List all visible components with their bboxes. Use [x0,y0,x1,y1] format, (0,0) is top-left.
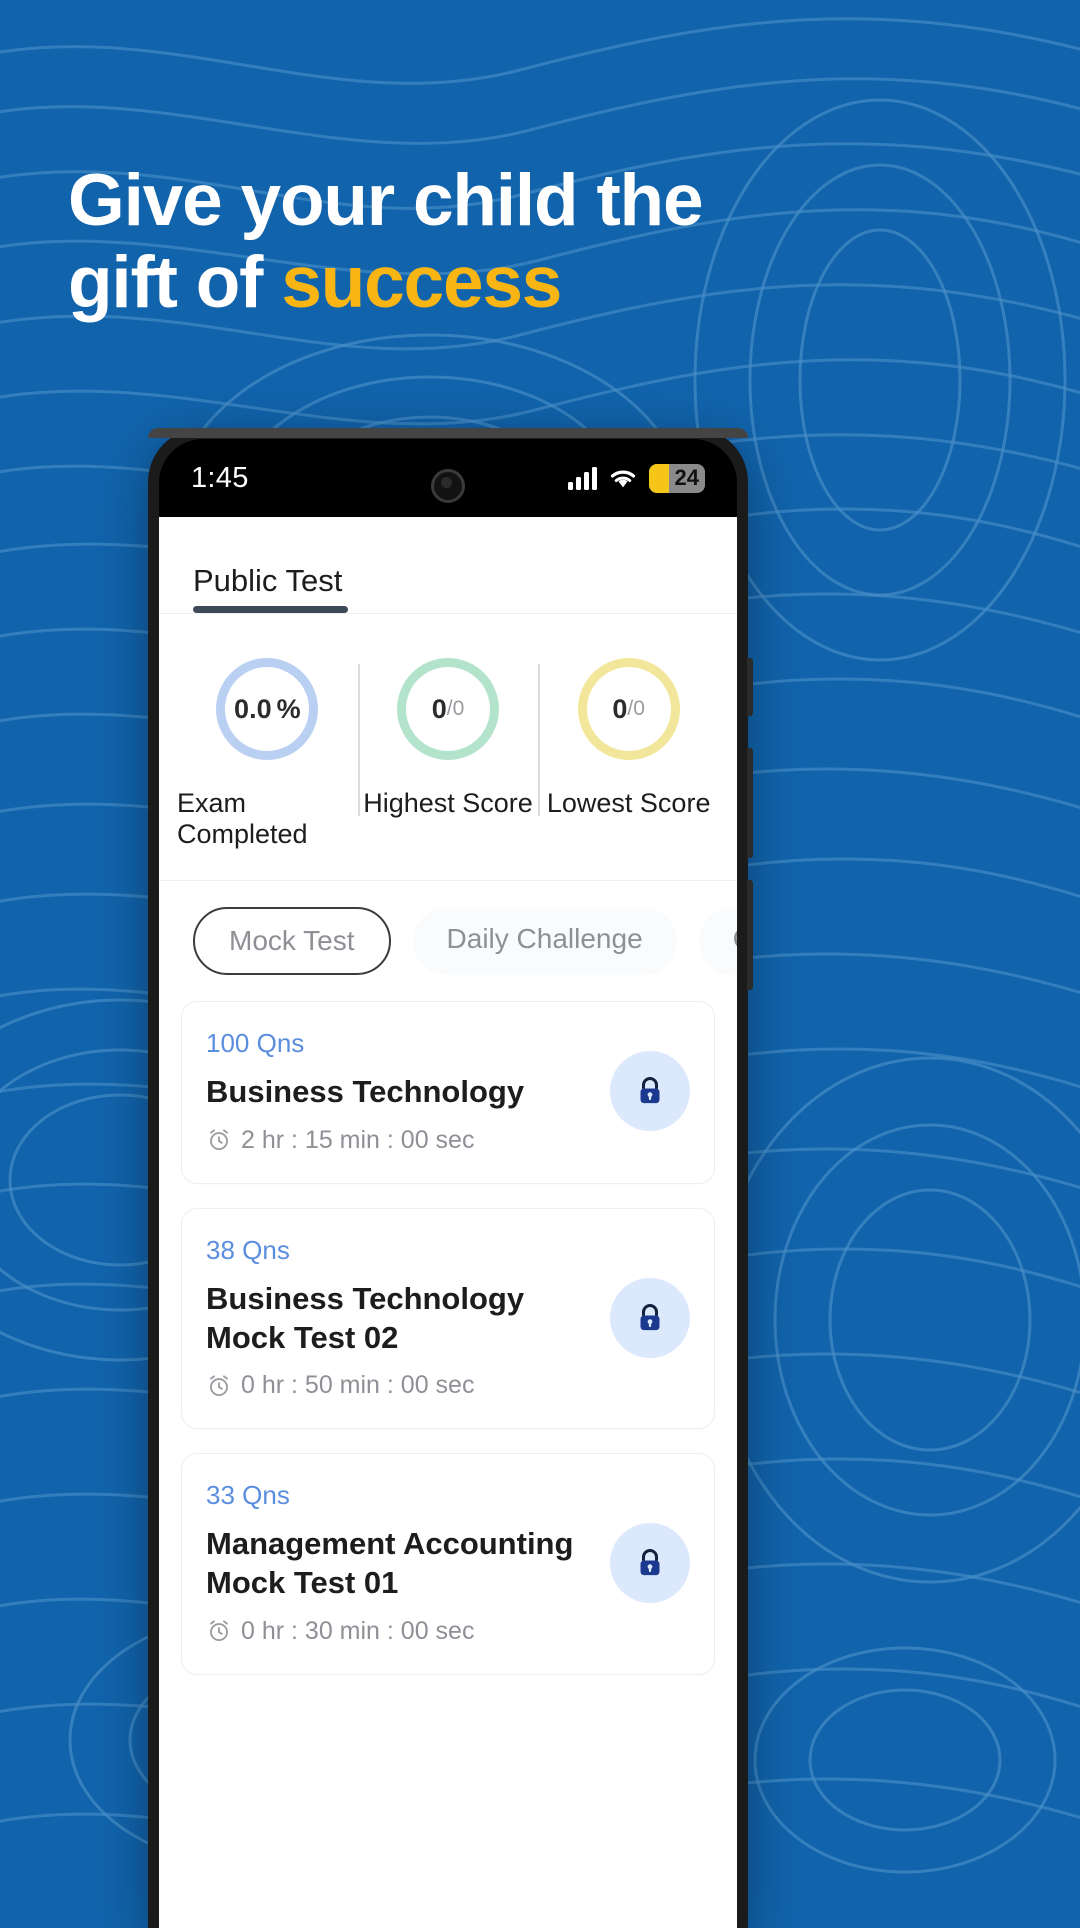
test-card[interactable]: 100 Qns Business Technology 2 hr : 15 mi… [181,1001,715,1184]
stat-caption: Highest Score [363,788,533,818]
progress-ring-exam-completed: 0.0 % [216,658,319,760]
test-card[interactable]: 33 Qns Management Accounting Mock Test 0… [181,1453,715,1675]
status-bar: 1:45 24 [159,439,737,517]
alarm-clock-icon [210,1375,228,1396]
test-card[interactable]: 38 Qns Business Technology Mock Test 02 … [181,1207,715,1430]
stats-summary: 0.0 % Exam Completed 0 /0 Highest Score … [159,614,737,880]
test-title: Management Accounting Mock Test 01 [206,1526,574,1600]
headline-line-2: gift of success [68,242,968,324]
lock-badge[interactable] [610,1277,690,1358]
phone-button-volume [747,748,753,858]
test-card-body: 100 Qns Business Technology 2 hr : 15 mi… [206,1028,596,1155]
filter-chip-daily-challenge[interactable]: Daily Challenge [412,907,677,975]
phone-button-power [747,880,753,990]
stat-value: 0 [612,693,628,724]
lock-badge[interactable] [610,1523,690,1603]
test-list: 100 Qns Business Technology 2 hr : 15 mi… [159,1001,737,1675]
filter-chip-row[interactable]: Mock Test Daily Challenge Coming [159,881,737,1001]
test-duration-label: 2 hr : 15 min : 00 sec [241,1125,475,1154]
test-duration-label: 0 hr : 50 min : 00 sec [241,1371,475,1400]
signal-bars-icon [568,466,597,490]
alarm-clock-icon [210,1129,228,1151]
phone-mockup: 1:45 24 Public Test 0.0 % Exam Completed… [148,428,753,1928]
stat-caption: Exam Completed [177,788,308,849]
alarm-clock-icon [210,1620,228,1642]
phone-button-mute [747,658,753,716]
test-card-body: 33 Qns Management Accounting Mock Test 0… [206,1480,596,1646]
filter-chip-mock-test[interactable]: Mock Test [193,907,391,975]
front-camera-icon [431,469,465,503]
tab-public-test[interactable]: Public Test [193,563,349,613]
lock-icon [640,1549,660,1576]
battery-level-label: 24 [674,465,699,490]
test-card-body: 38 Qns Business Technology Mock Test 02 … [206,1235,596,1401]
progress-ring-lowest-score: 0 /0 [577,658,680,760]
test-duration: 2 hr : 15 min : 00 sec [206,1126,596,1155]
stat-value: 0 [431,693,447,724]
page-title: Give your child the gift of success [68,160,968,324]
battery-icon: 24 [649,463,705,493]
stat-denominator: /0 [627,697,645,720]
test-duration: 0 hr : 50 min : 00 sec [206,1371,596,1400]
stat-unit: % [276,693,301,724]
lock-icon [640,1303,660,1330]
lock-icon [640,1077,660,1104]
phone-screen: 1:45 24 Public Test 0.0 % Exam Completed… [159,439,737,1928]
test-duration-label: 0 hr : 30 min : 00 sec [241,1616,475,1645]
stat-denominator: /0 [446,697,465,720]
status-bar-time: 1:45 [191,461,249,494]
progress-ring-highest-score: 0 /0 [397,658,499,760]
wifi-icon [610,470,636,488]
question-count: 38 Qns [206,1234,290,1265]
test-title: Business Technology [206,1074,525,1109]
filter-chip-coming-soon[interactable]: Coming [698,907,737,975]
lock-badge[interactable] [610,1051,690,1132]
question-count: 100 Qns [206,1028,305,1058]
tab-bar: Public Test [159,517,737,613]
status-bar-icons: 24 [568,463,705,493]
app-content: Public Test 0.0 % Exam Completed 0 /0 Hi… [159,517,737,1928]
stat-value: 0.0 [234,693,272,724]
question-count: 33 Qns [206,1480,290,1511]
stat-caption: Lowest Score [546,788,711,818]
stat-exam-completed: 0.0 % Exam Completed [177,658,358,850]
test-title: Business Technology Mock Test 02 [206,1280,525,1355]
stat-highest-score: 0 /0 Highest Score [357,658,539,819]
headline-line-1: Give your child the [68,160,704,241]
headline-plain-text: gift of [68,241,282,323]
stat-lowest-score: 0 /0 Lowest Score [538,658,719,819]
test-duration: 0 hr : 30 min : 00 sec [206,1617,596,1646]
headline-accent-text: success [281,241,562,323]
